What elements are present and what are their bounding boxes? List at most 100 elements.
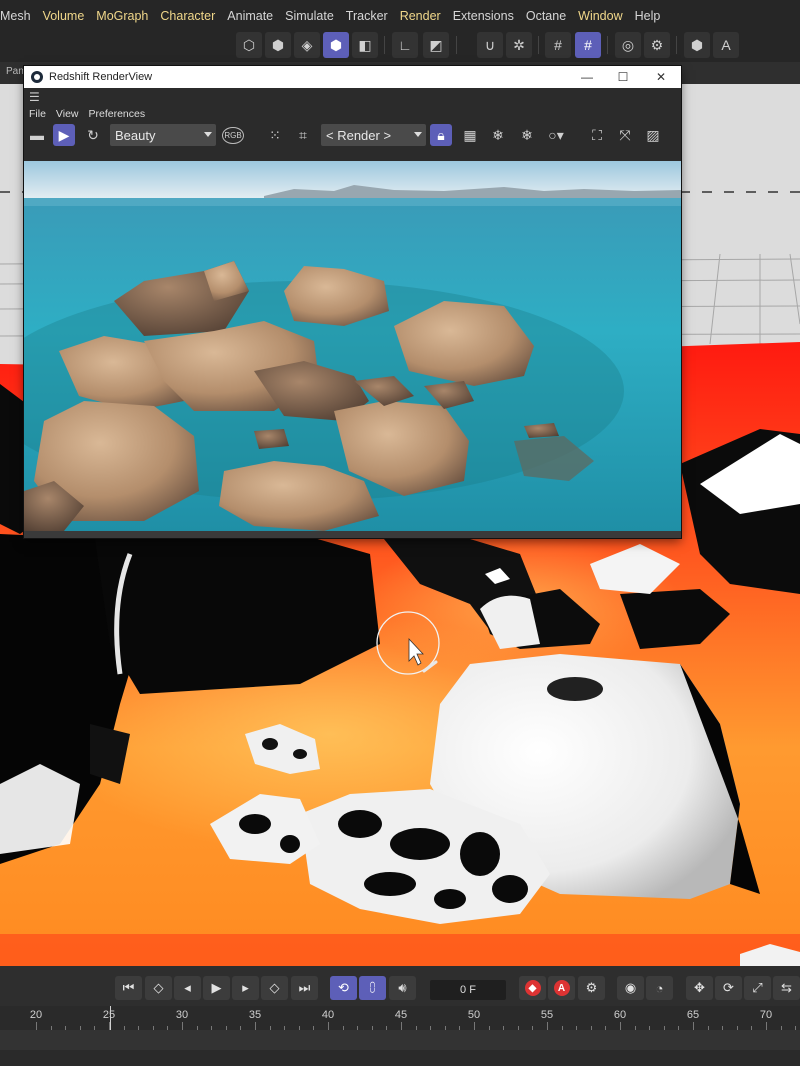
aov-select[interactable]: Beauty — [110, 124, 216, 146]
minimize-icon[interactable]: — — [569, 66, 605, 88]
bottom-panel — [0, 1030, 800, 1066]
ruler-tick — [36, 1022, 37, 1030]
ruler-tick-label: 35 — [248, 1009, 262, 1021]
prev-key-icon[interactable]: ◇ — [145, 976, 172, 1000]
window-titlebar[interactable]: Redshift RenderView — ☐ ✕ — [24, 66, 681, 88]
render-settings-icon[interactable]: ⚙ — [644, 32, 670, 58]
go-to-start-icon[interactable]: ⏮ — [115, 976, 142, 1000]
lock-icon[interactable]: 🔒︎ — [430, 124, 452, 146]
rgb-channel-icon[interactable]: RGB — [222, 124, 244, 146]
close-icon[interactable]: ✕ — [643, 66, 679, 88]
timeline-playhead[interactable] — [110, 1006, 111, 1030]
menu-mograph[interactable]: MoGraph — [90, 9, 154, 23]
ruler-tick-label: 20 — [29, 1009, 43, 1021]
ruler-tick — [474, 1022, 475, 1030]
ruler-tick — [693, 1022, 694, 1030]
camera-select[interactable]: < Render > — [321, 124, 426, 146]
uv-mode-icon[interactable]: ◧ — [352, 32, 378, 58]
next-frame-icon[interactable]: ▸ — [232, 976, 259, 1000]
renderview-menu-preferences[interactable]: Preferences — [89, 108, 146, 120]
menu-window[interactable]: Window — [572, 9, 628, 23]
rotate-key-icon[interactable]: ⟳ — [715, 976, 742, 1000]
menu-extensions[interactable]: Extensions — [447, 9, 520, 23]
workplane-icon[interactable]: # — [575, 32, 601, 58]
polygons-mode-icon[interactable]: ◈ — [294, 32, 320, 58]
ruler-tick-label: 25 — [102, 1009, 116, 1021]
viewport-tab[interactable]: Pan — [0, 66, 24, 77]
ruler-tick — [620, 1022, 621, 1030]
scale-key-icon[interactable]: ⤢ — [744, 976, 771, 1000]
no-bucket-icon[interactable]: ▨ — [642, 124, 664, 146]
key-settings-icon[interactable]: ⚙ — [578, 976, 605, 1000]
ruler-tick-label: 60 — [613, 1009, 627, 1021]
axis-icon[interactable]: ∟ — [392, 32, 418, 58]
sound-icon[interactable]: 🔊︎ — [389, 976, 416, 1000]
renderview-statusbar — [24, 531, 681, 538]
preview-range-icon[interactable]: ⩇ — [359, 976, 386, 1000]
ruler-tick-label: 45 — [394, 1009, 408, 1021]
menu-volume[interactable]: Volume — [37, 9, 91, 23]
snap-settings-icon[interactable]: ✲ — [506, 32, 532, 58]
move-key-icon[interactable]: ✥ — [686, 976, 713, 1000]
timeline-ruler[interactable]: 20 25 30 35 40 45 50 55 60 65 70 — [0, 1006, 800, 1030]
view-icon[interactable]: ⬢ — [684, 32, 710, 58]
renderview-menubar: File View Preferences — [24, 106, 681, 122]
renderview-menu-file[interactable]: File — [29, 108, 46, 120]
loop-icon[interactable]: ⟲ — [330, 976, 357, 1000]
play-icon[interactable]: ▶ — [203, 976, 230, 1000]
menu-character[interactable]: Character — [154, 9, 221, 23]
menu-animate[interactable]: Animate — [221, 9, 279, 23]
go-to-end-icon[interactable]: ⏭ — [291, 976, 318, 1000]
renderview-menu-view[interactable]: View — [56, 108, 79, 120]
prev-frame-icon[interactable]: ◂ — [174, 976, 201, 1000]
menu-tracker[interactable]: Tracker — [340, 9, 394, 23]
hamburger-menu-icon[interactable]: ☰ — [24, 88, 681, 106]
attributes-icon[interactable]: A — [713, 32, 739, 58]
circle-dropdown-icon[interactable]: ○▾ — [545, 124, 567, 146]
menu-render[interactable]: Render — [394, 9, 447, 23]
render-region-icon[interactable]: ◎ — [615, 32, 641, 58]
ruler-tick-label: 70 — [759, 1009, 773, 1021]
autokey-icon[interactable]: A — [548, 976, 575, 1000]
motion-icon[interactable]: ◔ — [646, 976, 673, 1000]
ruler-tick-label: 40 — [321, 1009, 335, 1021]
menu-mesh[interactable]: Mesh — [0, 9, 37, 23]
dots-grid-icon[interactable]: ⁙ — [264, 124, 286, 146]
menu-help[interactable]: Help — [629, 9, 667, 23]
current-frame-field[interactable]: 0 F — [430, 980, 506, 1000]
ruler-tick-label: 65 — [686, 1009, 700, 1021]
toggle-icon[interactable]: ⇆ — [773, 976, 800, 1000]
snowflake-icon[interactable]: ❄ — [487, 124, 509, 146]
render-image-scene — [24, 161, 681, 531]
ruler-tick-label: 50 — [467, 1009, 481, 1021]
render-image — [24, 161, 681, 531]
renderview-toolbar: ▬ ▶ ↻ Beauty RGB ⁙ ⌗ < Render > 🔒︎ ▦ ❄ ❄… — [24, 122, 681, 152]
edges-mode-icon[interactable]: ⬢ — [265, 32, 291, 58]
main-menubar: Mesh Volume MoGraph Character Animate Simulat… — [0, 0, 800, 32]
fit-icon[interactable]: ⤧ — [614, 124, 636, 146]
menu-simulate[interactable]: Simulate — [279, 9, 340, 23]
focus-icon[interactable]: ⛶ — [586, 124, 608, 146]
start-render-icon[interactable]: ▶ — [53, 124, 75, 146]
window-title: Redshift RenderView — [49, 71, 153, 83]
snap-icon[interactable]: ∪ — [477, 32, 503, 58]
ruler-tick — [401, 1022, 402, 1030]
clapper-icon[interactable]: ▬ — [26, 124, 48, 146]
rgb-label: RGB — [222, 126, 244, 144]
camera-select-value: < Render > — [326, 127, 392, 143]
record-keys-icon[interactable]: ◆ — [519, 976, 546, 1000]
model-mode-icon[interactable]: ⬢ — [323, 32, 349, 58]
lock-keys-icon[interactable]: ◉ — [617, 976, 644, 1000]
grid-icon[interactable]: # — [545, 32, 571, 58]
crop-icon[interactable]: ⌗ — [292, 124, 314, 146]
maximize-icon[interactable]: ☐ — [605, 66, 641, 88]
ruler-tick — [182, 1022, 183, 1030]
refresh-icon[interactable]: ↻ — [82, 124, 104, 146]
grid-view-icon[interactable]: ▦ — [459, 124, 481, 146]
snowflake-g-icon[interactable]: ❄ — [516, 124, 538, 146]
points-mode-icon[interactable]: ⬡ — [236, 32, 262, 58]
animation-transport: ⏮ ◇ ◂ ▶ ▸ ◇ ⏭ ⟲ ⩇ 🔊︎ ◆ A ⚙ ◉ ◔ ✥ ⟳ ⤢ ⇆ — [0, 966, 800, 1006]
next-key-icon[interactable]: ◇ — [261, 976, 288, 1000]
menu-octane[interactable]: Octane — [520, 9, 572, 23]
solo-icon[interactable]: ◩ — [423, 32, 449, 58]
